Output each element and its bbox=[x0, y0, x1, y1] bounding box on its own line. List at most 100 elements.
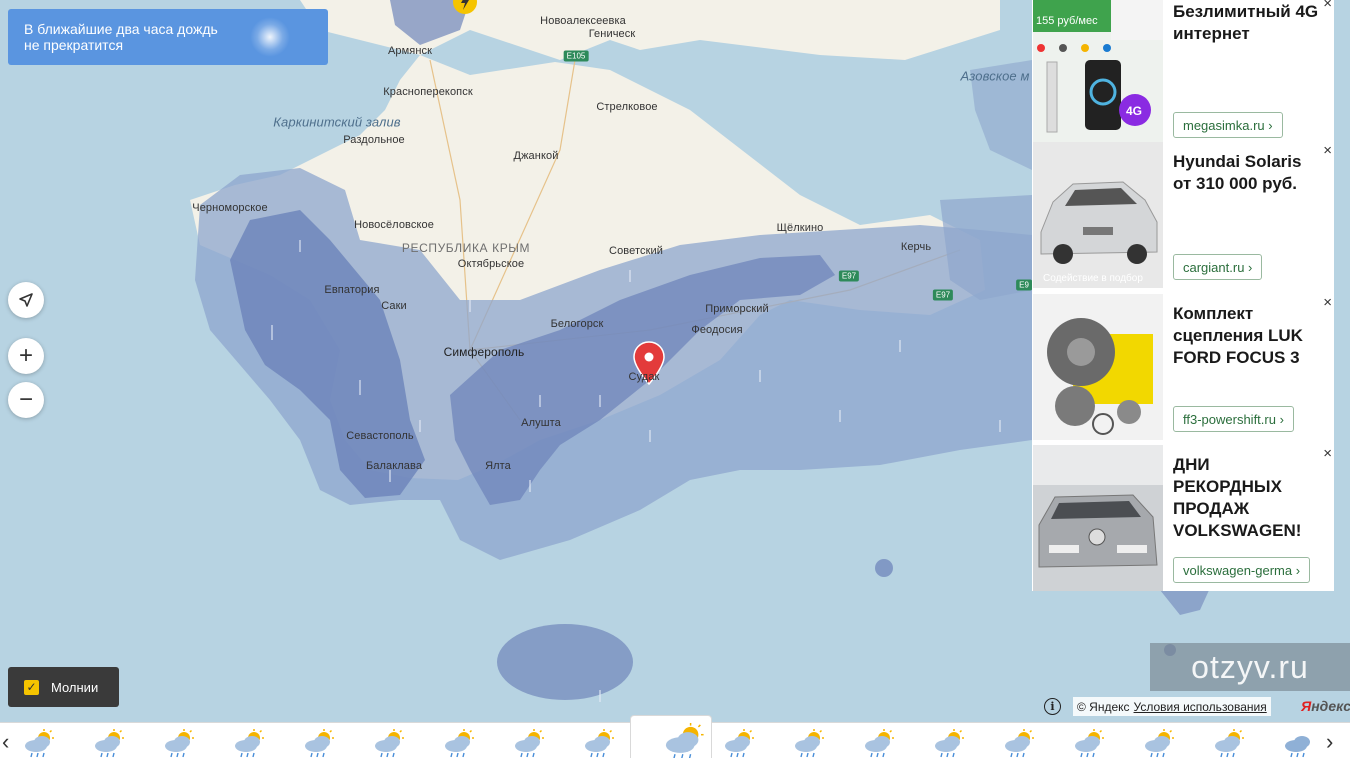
ad-link-text: ff3-powershift.ru bbox=[1183, 411, 1276, 427]
partly-cloudy-rain-icon[interactable] bbox=[722, 729, 762, 758]
ad-image-volkswagen[interactable] bbox=[1033, 445, 1163, 591]
partly-cloudy-rain-icon[interactable] bbox=[582, 729, 622, 758]
region-crimea: РЕСПУБЛИКА КРЫМ bbox=[401, 241, 531, 255]
timeline-next-button[interactable]: › bbox=[1326, 731, 1333, 753]
precip-blob-south bbox=[497, 624, 633, 700]
cloud-rain-icon[interactable] bbox=[1282, 729, 1322, 758]
place-simferopol: Симферополь bbox=[443, 345, 525, 359]
ad-title[interactable]: ДНИ РЕКОРДНЫХ ПРОДАЖ VOLKSWAGEN! bbox=[1173, 454, 1323, 542]
ad-title[interactable]: Безлимитный 4G интернет bbox=[1173, 1, 1323, 45]
place-sevastopol: Севастополь bbox=[346, 430, 414, 442]
close-icon[interactable]: × bbox=[1323, 294, 1332, 311]
partly-cloudy-rain-icon[interactable] bbox=[162, 729, 202, 758]
ad-image-clutch[interactable] bbox=[1033, 294, 1163, 440]
close-icon[interactable]: × bbox=[1323, 142, 1332, 159]
place-chernomorskoe: Черноморское bbox=[192, 202, 268, 214]
partly-cloudy-rain-icon[interactable] bbox=[1002, 729, 1042, 758]
ad-title[interactable]: Комплект сцепления LUK FORD FOCUS 3 bbox=[1173, 303, 1323, 369]
timeline-prev-button[interactable]: ‹ bbox=[2, 731, 9, 753]
zoom-out-button[interactable]: − bbox=[8, 382, 44, 418]
place-strelkovoe: Стрелковое bbox=[596, 101, 658, 113]
ad-link-text: megasimka.ru bbox=[1183, 117, 1265, 133]
partly-cloudy-rain-icon[interactable] bbox=[22, 729, 62, 758]
checkbox-checked-icon[interactable]: ✓ bbox=[24, 679, 39, 695]
lightning-label: Молнии bbox=[51, 679, 99, 695]
svg-text:4G: 4G bbox=[1126, 104, 1142, 118]
road-e97-b: E97 bbox=[932, 289, 954, 301]
partly-cloudy-rain-icon[interactable] bbox=[792, 729, 832, 758]
place-kerch: Керчь bbox=[900, 241, 932, 253]
location-arrow-icon bbox=[19, 293, 33, 307]
partly-cloudy-rain-icon[interactable] bbox=[442, 729, 482, 758]
partly-cloudy-rain-icon[interactable] bbox=[302, 729, 342, 758]
place-novoalekseevka: Новоалексеевка bbox=[540, 15, 626, 27]
ad-link[interactable]: cargiant.ru › bbox=[1173, 254, 1263, 280]
place-yalta: Ялта bbox=[485, 460, 511, 472]
chevron-right-icon: › bbox=[1295, 562, 1301, 578]
partly-cloudy-rain-icon[interactable] bbox=[1212, 729, 1252, 758]
road-e97-a: E97 bbox=[838, 270, 860, 282]
ad-image-caption: 155 руб/мес bbox=[1036, 15, 1098, 27]
ad-panel: 4G 155 руб/мес Безлимитный 4G интернет m… bbox=[1032, 0, 1334, 591]
yandex-logo[interactable]: Яндекс bbox=[1301, 698, 1350, 714]
place-shchelkino: Щёлкино bbox=[776, 222, 824, 234]
place-primorskiy: Приморский bbox=[705, 303, 769, 315]
partly-cloudy-rain-icon[interactable] bbox=[232, 729, 272, 758]
partly-cloudy-rain-icon[interactable] bbox=[372, 729, 412, 758]
copyright: © Яндекс Условия использования bbox=[1073, 697, 1271, 716]
ad-item[interactable]: Содействие в подбор Hyundai Solaris от 3… bbox=[1032, 142, 1334, 288]
watermark: otzyv.ru bbox=[1150, 643, 1350, 691]
place-belogorsk: Белогорск bbox=[550, 318, 604, 330]
partly-cloudy-rain-icon[interactable] bbox=[662, 723, 704, 758]
road-e9: E9 bbox=[1016, 279, 1032, 291]
partly-cloudy-rain-icon[interactable] bbox=[92, 729, 132, 758]
place-razdolnoe: Раздольное bbox=[343, 134, 405, 146]
info-icon[interactable]: i bbox=[1044, 698, 1061, 715]
partly-cloudy-rain-icon[interactable] bbox=[1142, 729, 1182, 758]
chevron-right-icon: › bbox=[1268, 117, 1273, 133]
ad-link-text: cargiant.ru bbox=[1183, 259, 1245, 275]
partly-cloudy-rain-icon[interactable] bbox=[862, 729, 902, 758]
ad-link-text: volkswagen-germa bbox=[1183, 562, 1293, 578]
ad-item[interactable]: 4G 155 руб/мес Безлимитный 4G интернет m… bbox=[1032, 0, 1334, 146]
ad-item[interactable]: Комплект сцепления LUK FORD FOCUS 3 ff3-… bbox=[1032, 294, 1334, 440]
copyright-text: © Яндекс bbox=[1077, 699, 1130, 714]
forecast-timeline[interactable]: ‹ › bbox=[0, 715, 1350, 758]
ad-link[interactable]: megasimka.ru › bbox=[1173, 112, 1283, 138]
place-azov-sea: Азовское м bbox=[960, 68, 1030, 84]
place-evpatoria: Евпатория bbox=[324, 284, 380, 296]
place-genichesk: Геническ bbox=[588, 28, 636, 40]
place-karkinit-bay: Каркинитский залив bbox=[273, 114, 401, 130]
zoom-in-button[interactable]: + bbox=[8, 338, 44, 374]
close-icon[interactable]: × bbox=[1323, 445, 1332, 462]
road-e105: E105 bbox=[563, 50, 589, 62]
locate-button[interactable] bbox=[8, 282, 44, 318]
ad-link[interactable]: volkswagen-germa › bbox=[1173, 557, 1311, 583]
ad-item[interactable]: ДНИ РЕКОРДНЫХ ПРОДАЖ VOLKSWAGEN! volkswa… bbox=[1032, 445, 1334, 591]
ad-link[interactable]: ff3-powershift.ru › bbox=[1173, 406, 1294, 432]
logo-first-letter: Я bbox=[1301, 698, 1312, 714]
chevron-right-icon: › bbox=[1248, 259, 1253, 275]
place-feodosia: Феодосия bbox=[691, 324, 743, 336]
partly-cloudy-rain-icon[interactable] bbox=[512, 729, 552, 758]
partly-cloudy-rain-icon[interactable] bbox=[1072, 729, 1112, 758]
ad-title[interactable]: Hyundai Solaris от 310 000 руб. bbox=[1173, 151, 1323, 195]
ad-image-car[interactable] bbox=[1033, 142, 1163, 288]
place-saki: Саки bbox=[381, 300, 407, 312]
sun-glow-icon bbox=[250, 17, 290, 57]
partly-cloudy-rain-icon[interactable] bbox=[932, 729, 972, 758]
logo-rest: ндекс bbox=[1311, 698, 1350, 714]
terms-link[interactable]: Условия использования bbox=[1134, 700, 1267, 714]
lightning-layer-toggle[interactable]: ✓ Молнии bbox=[8, 667, 119, 707]
chevron-right-icon: › bbox=[1279, 411, 1284, 427]
nowcast-alert[interactable]: В ближайшие два часа дождь не прекратитс… bbox=[8, 9, 328, 65]
place-sovetskiy: Советский bbox=[609, 245, 663, 257]
place-krasnoperekopsk: Красноперекопск bbox=[383, 86, 473, 98]
place-oktyabrskoe: Октябрьское bbox=[457, 258, 525, 270]
place-sudak: Судак bbox=[628, 371, 660, 383]
place-balaklava: Балаклава bbox=[365, 460, 423, 472]
place-novoselovskoe: Новосёловское bbox=[354, 219, 434, 231]
close-icon[interactable]: × bbox=[1323, 0, 1332, 12]
place-alushta: Алушта bbox=[521, 417, 561, 429]
ad-image-caption: Содействие в подбор bbox=[1043, 273, 1143, 284]
